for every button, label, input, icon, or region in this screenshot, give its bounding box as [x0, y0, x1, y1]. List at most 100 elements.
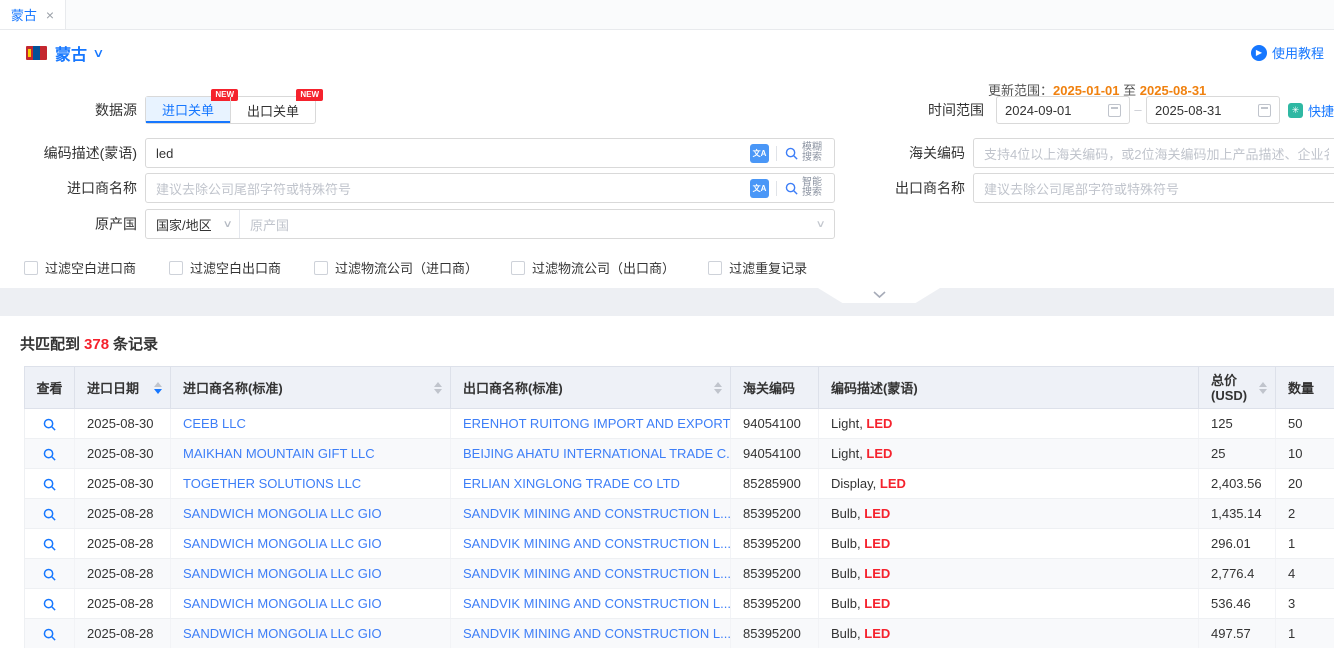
calendar-icon[interactable] [1258, 104, 1271, 117]
exporter-cell: ERLIAN XINGLONG TRADE CO LTD [451, 469, 731, 499]
led-highlight: LED [864, 626, 890, 641]
col-quantity: 数量 [1276, 367, 1334, 409]
checkbox-icon [511, 261, 525, 275]
browser-tab-bar: 蒙古 × [0, 0, 1334, 30]
hs-code-cell: 85395200 [731, 589, 819, 619]
import-date-cell: 2025-08-28 [75, 499, 171, 529]
exporter-link[interactable]: BEIJING AHATU INTERNATIONAL TRADE C... [463, 446, 731, 461]
importer-link[interactable]: SANDWICH MONGOLIA LLC GIO [183, 596, 382, 611]
view-record-button[interactable] [42, 447, 57, 462]
table-row: 2025-08-28 SANDWICH MONGOLIA LLC GIO SAN… [25, 589, 1334, 619]
exporter-link[interactable]: SANDVIK MINING AND CONSTRUCTION L... [463, 626, 731, 641]
code-desc-input[interactable]: led 文A 模糊搜索 [145, 138, 835, 168]
country-title: 蒙古 [55, 41, 87, 65]
table-row: 2025-08-30 TOGETHER SOLUTIONS LLC ERLIAN… [25, 469, 1334, 499]
collapse-handle[interactable] [818, 288, 940, 303]
view-record-button[interactable] [42, 417, 57, 432]
importer-link[interactable]: CEEB LLC [183, 416, 246, 431]
exporter-cell: SANDVIK MINING AND CONSTRUCTION L... [451, 559, 731, 589]
magnifier-icon [42, 417, 57, 432]
quantity-cell: 1 [1276, 529, 1334, 559]
sort-control[interactable] [714, 382, 722, 394]
translate-icon[interactable]: 文A [750, 179, 769, 198]
app-window: 蒙古 × 蒙古 ∨ ▶ 使用教程 数据源 进口关单 NEW 出口关单 NEW 更… [0, 0, 1334, 648]
tab-import-declarations[interactable]: 进口关单 NEW [146, 97, 230, 123]
checkbox-filter-logistics-importer[interactable]: 过滤物流公司（进口商） [314, 258, 478, 277]
search-icon [784, 146, 799, 161]
magnifier-icon [42, 447, 57, 462]
import-date-cell: 2025-08-30 [75, 469, 171, 499]
view-cell [25, 439, 75, 469]
view-record-button[interactable] [42, 507, 57, 522]
tutorial-link[interactable]: ▶ 使用教程 [1251, 43, 1324, 62]
magnifier-icon [42, 567, 57, 582]
sort-control[interactable] [154, 382, 162, 394]
led-highlight: LED [864, 596, 890, 611]
code-desc-label: 编码描述(蒙语) [0, 138, 137, 168]
code-desc-cell: Display, LED [819, 469, 1199, 499]
importer-link[interactable]: MAIKHAN MOUNTAIN GIFT LLC [183, 446, 375, 461]
importer-link[interactable]: SANDWICH MONGOLIA LLC GIO [183, 566, 382, 581]
translate-icon[interactable]: 文A [750, 144, 769, 163]
view-cell [25, 559, 75, 589]
col-total-price: 总价(USD) [1199, 367, 1276, 409]
led-highlight: LED [866, 446, 892, 461]
checkbox-filter-duplicates[interactable]: 过滤重复记录 [708, 258, 807, 277]
importer-input[interactable]: 建议去除公司尾部字符或特殊符号 文A 智能搜索 [145, 173, 835, 203]
smart-search-button[interactable]: 智能搜索 [784, 178, 824, 198]
view-record-button[interactable] [42, 477, 57, 492]
close-icon[interactable]: × [46, 8, 54, 22]
exporter-link[interactable]: ERENHOT RUITONG IMPORT AND EXPORT ... [463, 416, 731, 431]
view-cell [25, 499, 75, 529]
quantity-cell: 1 [1276, 619, 1334, 648]
tab-mongolia[interactable]: 蒙古 × [0, 0, 66, 29]
view-record-button[interactable] [42, 567, 57, 582]
magnifier-icon [42, 627, 57, 642]
checkbox-filter-logistics-exporter[interactable]: 过滤物流公司（出口商） [511, 258, 675, 277]
view-record-button[interactable] [42, 627, 57, 642]
led-highlight: LED [864, 566, 890, 581]
sort-control[interactable] [1259, 382, 1267, 394]
view-record-button[interactable] [42, 537, 57, 552]
magnifier-icon [42, 597, 57, 612]
quick-search-link[interactable]: ✳ 快捷搜索 [1288, 101, 1334, 120]
checkbox-filter-blank-exporter[interactable]: 过滤空白出口商 [169, 258, 281, 277]
filter-checkbox-row: 过滤空白进口商 过滤空白出口商 过滤物流公司（进口商） 过滤物流公司（出口商） … [24, 258, 807, 277]
app-header: 蒙古 ∨ ▶ 使用教程 [0, 30, 1334, 75]
sort-control[interactable] [434, 382, 442, 394]
code-desc-value: led [156, 146, 173, 161]
hs-code-placeholder: 支持4位以上海关编码，或2位海关编码加上产品描述、企业名称 [984, 144, 1329, 163]
exporter-link[interactable]: SANDVIK MINING AND CONSTRUCTION L... [463, 596, 731, 611]
importer-link[interactable]: SANDWICH MONGOLIA LLC GIO [183, 506, 382, 521]
chevron-down-icon[interactable]: ∨ [92, 46, 104, 60]
calendar-icon[interactable] [1108, 104, 1121, 117]
quantity-cell: 4 [1276, 559, 1334, 589]
col-view: 查看 [25, 367, 75, 409]
view-record-button[interactable] [42, 597, 57, 612]
exporter-link[interactable]: SANDVIK MINING AND CONSTRUCTION L... [463, 536, 731, 551]
result-summary: 共匹配到378条记录 [20, 333, 158, 354]
origin-region-select[interactable]: 国家/地区 ∨ [146, 210, 240, 238]
importer-link[interactable]: TOGETHER SOLUTIONS LLC [183, 476, 361, 491]
checkbox-filter-blank-importer[interactable]: 过滤空白进口商 [24, 258, 136, 277]
tab-export-declarations[interactable]: 出口关单 NEW [230, 97, 315, 123]
importer-link[interactable]: SANDWICH MONGOLIA LLC GIO [183, 536, 382, 551]
start-date-input[interactable]: 2024-09-01 [996, 96, 1130, 124]
exporter-input[interactable]: 建议去除公司尾部字符或特殊符号 [973, 173, 1334, 203]
new-badge: NEW [296, 89, 323, 101]
col-exporter: 出口商名称(标准) [451, 367, 731, 409]
led-highlight: LED [864, 536, 890, 551]
exporter-link[interactable]: ERLIAN XINGLONG TRADE CO LTD [463, 476, 680, 491]
origin-country-placeholder[interactable]: 原产国 [240, 215, 817, 234]
exporter-link[interactable]: SANDVIK MINING AND CONSTRUCTION L... [463, 566, 731, 581]
code-desc-cell: Bulb, LED [819, 589, 1199, 619]
checkbox-icon [24, 261, 38, 275]
results-section: 共匹配到378条记录 查看 进口日期 进口商名称(标准) [0, 316, 1334, 648]
total-price-cell: 25 [1199, 439, 1276, 469]
exporter-link[interactable]: SANDVIK MINING AND CONSTRUCTION L... [463, 506, 731, 521]
hs-code-input[interactable]: 支持4位以上海关编码，或2位海关编码加上产品描述、企业名称 [973, 138, 1334, 168]
end-date-input[interactable]: 2025-08-31 [1146, 96, 1280, 124]
hs-code-cell: 85395200 [731, 619, 819, 648]
importer-link[interactable]: SANDWICH MONGOLIA LLC GIO [183, 626, 382, 641]
fuzzy-search-button[interactable]: 模糊搜索 [784, 143, 824, 163]
